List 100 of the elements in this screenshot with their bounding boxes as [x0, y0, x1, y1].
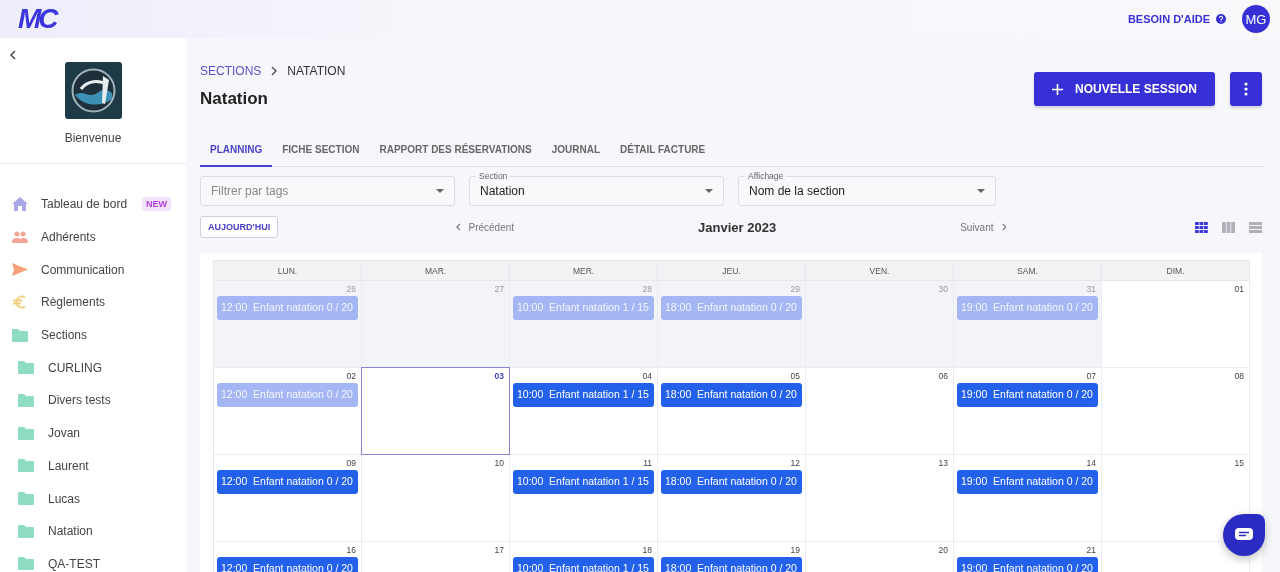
day-cell[interactable]: 05 18:00 Enfant natation 0 / 20 — [658, 368, 806, 455]
day-number: 21 — [1086, 545, 1096, 555]
view-toggle[interactable] — [1195, 221, 1208, 233]
grid-view-icon — [1195, 221, 1208, 233]
day-cell[interactable]: 21 19:00 Enfant natation 0 / 20 — [954, 542, 1102, 572]
day-cell[interactable]: 10 — [362, 455, 510, 542]
breadcrumb-chevron-icon — [271, 66, 278, 76]
sidebar-item[interactable]: CURLING — [0, 351, 186, 385]
people-icon — [12, 231, 28, 244]
user-avatar[interactable]: MG — [1242, 5, 1270, 33]
day-cell[interactable]: 18 10:00 Enfant natation 1 / 15 — [510, 542, 658, 572]
session-event[interactable]: 18:00 Enfant natation 0 / 20 — [661, 557, 802, 572]
euro-icon — [12, 295, 28, 310]
session-event[interactable]: 10:00 Enfant natation 1 / 15 — [513, 383, 654, 407]
app-logo[interactable]: MC — [18, 5, 56, 33]
previous-button[interactable]: Précédent — [455, 221, 515, 233]
session-event[interactable]: 12:00 Enfant natation 0 / 20 — [217, 557, 358, 572]
more-button[interactable] — [1230, 72, 1262, 106]
day-number: 13 — [938, 458, 948, 468]
help-icon — [1216, 14, 1226, 24]
list-view-icon — [1249, 221, 1262, 233]
session-event[interactable]: 19:00 Enfant natation 0 / 20 — [957, 470, 1098, 494]
chevron-right-icon — [1001, 223, 1007, 231]
field-label: Section — [476, 171, 511, 181]
session-event[interactable]: 19:00 Enfant natation 0 / 20 — [957, 557, 1098, 572]
welcome-text: Bienvenue — [64, 131, 122, 145]
day-cell[interactable]: 19 18:00 Enfant natation 0 / 20 — [658, 542, 806, 572]
new-badge: NEW — [142, 197, 171, 212]
session-event[interactable]: 12:00 Enfant natation 0 / 20 — [217, 470, 358, 494]
day-cell[interactable]: 12 18:00 Enfant natation 0 / 20 — [658, 455, 806, 542]
more-icon — [1244, 82, 1248, 96]
folder-icon — [18, 459, 34, 473]
folder-icon — [18, 557, 34, 571]
tag-filter-field[interactable]: Filtrer par tags — [200, 176, 455, 206]
sidebar-item[interactable]: Lucas — [0, 482, 186, 515]
session-event[interactable]: 10:00 Enfant natation 1 / 15 — [513, 470, 654, 494]
session-event[interactable]: 18:00 Enfant natation 0 / 20 — [661, 470, 802, 494]
day-number: 10 — [494, 458, 504, 468]
dropdown-caret-icon — [705, 189, 713, 193]
sidebar-item[interactable]: Adhérents — [0, 220, 186, 254]
sidebar-item[interactable]: Règlements — [0, 286, 186, 319]
sidebar-item[interactable]: QA-TEST — [0, 547, 186, 572]
session-event[interactable]: 18:00 Enfant natation 0 / 20 — [661, 383, 802, 407]
tab[interactable]: RAPPORT DES RÉSERVATIONS — [369, 135, 542, 167]
help-link[interactable]: BESOIN D'AIDE — [1127, 13, 1226, 25]
day-number: 26 — [346, 284, 356, 294]
day-cell[interactable]: 14 19:00 Enfant natation 0 / 20 — [954, 455, 1102, 542]
folder-icon — [18, 492, 34, 506]
sidebar-item[interactable]: Divers tests — [0, 384, 186, 417]
day-cell[interactable]: 01 — [1102, 281, 1250, 368]
folder-icon — [18, 361, 34, 375]
sidebar-item[interactable]: Laurent — [0, 449, 186, 483]
tab[interactable]: JOURNAL — [541, 135, 611, 167]
session-event[interactable]: 19:00 Enfant natation 0 / 20 — [957, 383, 1098, 407]
chevron-left-icon — [455, 223, 461, 231]
session-event[interactable]: 10:00 Enfant natation 1 / 15 — [513, 557, 654, 572]
tab[interactable]: FICHE SECTION — [272, 135, 370, 167]
new-session-button[interactable]: NOUVELLE SESSION — [1033, 72, 1215, 106]
breadcrumb-link[interactable]: SECTIONS — [200, 64, 262, 78]
day-cell[interactable]: 07 19:00 Enfant natation 0 / 20 — [954, 368, 1102, 455]
day-number: 07 — [1086, 371, 1096, 381]
folder-icon — [18, 393, 34, 407]
folder-icon — [12, 328, 28, 342]
sidebar-item[interactable]: Tableau de bord NEW — [0, 188, 186, 221]
day-number: 31 — [1086, 284, 1096, 294]
day-cell[interactable]: 09 12:00 Enfant natation 0 / 20 — [214, 455, 362, 542]
next-button[interactable]: Suivant — [960, 221, 1007, 233]
page-title: Natation — [200, 89, 269, 109]
day-cell[interactable]: 06 — [806, 368, 954, 455]
tab[interactable]: DÉTAIL FACTURE — [610, 135, 716, 167]
weekday-header: MAR. — [362, 260, 510, 281]
plus-icon — [1051, 83, 1063, 95]
day-cell[interactable]: 11 10:00 Enfant natation 1 / 15 — [510, 455, 658, 542]
weekday-header: DIM. — [1102, 260, 1250, 281]
day-number: 17 — [494, 545, 504, 555]
view-toggle[interactable] — [1249, 221, 1262, 233]
day-cell[interactable]: 15 — [1102, 455, 1250, 542]
day-number: 05 — [790, 371, 800, 381]
dropdown-caret-icon — [436, 189, 444, 193]
day-cell[interactable]: 04 10:00 Enfant natation 1 / 15 — [510, 368, 658, 455]
tab[interactable]: PLANNING — [200, 135, 273, 167]
today-button[interactable]: AUJOURD'HUI — [200, 216, 279, 238]
view-toggle[interactable] — [1222, 221, 1235, 233]
day-number: 04 — [642, 371, 652, 381]
day-cell[interactable]: 13 — [806, 455, 954, 542]
day-cell[interactable]: 08 — [1102, 368, 1250, 455]
day-number: 03 — [494, 371, 504, 381]
sidebar-item[interactable]: Natation — [0, 514, 186, 548]
club-logo-icon — [64, 62, 122, 119]
day-cell[interactable]: 03 — [362, 368, 510, 455]
sidebar-item[interactable]: Communication — [0, 253, 186, 287]
day-cell[interactable]: 16 12:00 Enfant natation 0 / 20 — [214, 542, 362, 572]
sidebar-item[interactable]: Jovan — [0, 416, 186, 450]
sidebar-item[interactable]: Sections — [0, 318, 186, 352]
collapse-button[interactable] — [8, 48, 18, 62]
field-label: Affichage — [745, 171, 787, 181]
day-number: 20 — [938, 545, 948, 555]
back-icon — [10, 50, 16, 60]
day-number: 01 — [1234, 284, 1244, 294]
day-number: 15 — [1234, 458, 1244, 468]
